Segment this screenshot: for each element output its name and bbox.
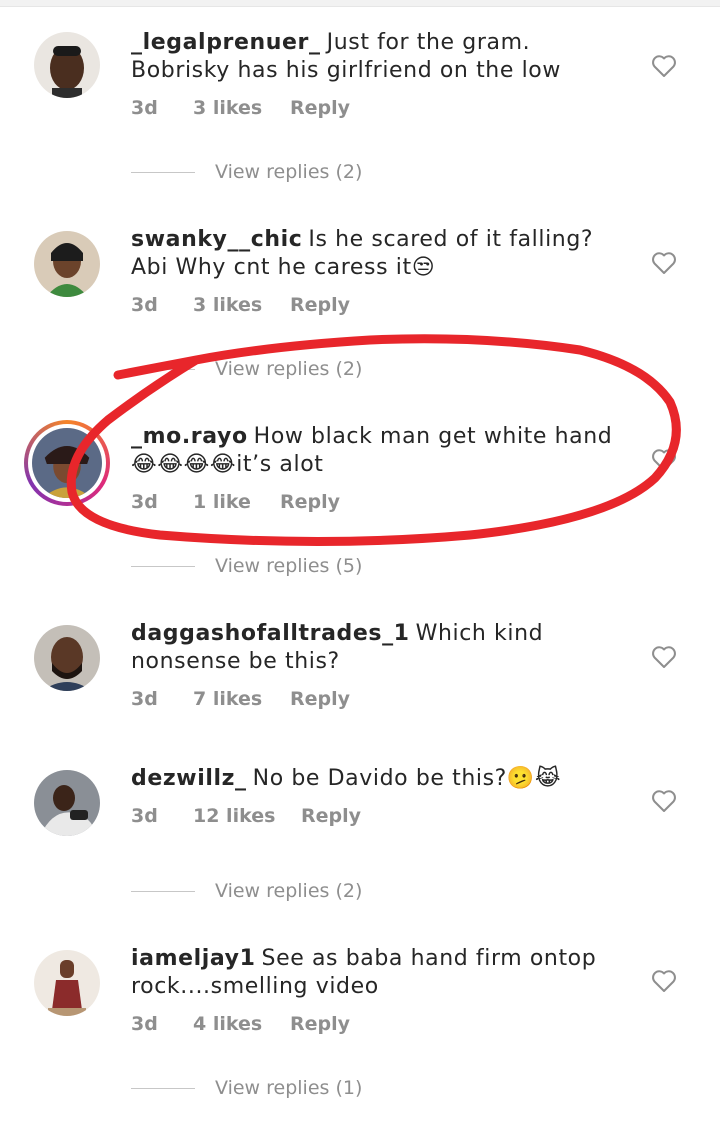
comment-text: daggashofalltrades_1 Which kind nonsense … <box>131 620 631 676</box>
reply-button[interactable]: Reply <box>280 491 340 513</box>
view-replies-button[interactable]: View replies (2) <box>131 880 362 902</box>
comment-username[interactable]: dezwillz_ <box>131 766 247 791</box>
avatar[interactable] <box>34 231 100 297</box>
view-replies-label[interactable]: View replies (2) <box>215 880 362 902</box>
avatar[interactable] <box>34 625 100 691</box>
comment-time: 3d <box>131 688 158 710</box>
reply-button[interactable]: Reply <box>290 97 350 119</box>
comment-likes[interactable]: 12 likes <box>193 805 301 827</box>
comment-meta: 3d 3 likes Reply <box>131 97 350 119</box>
comment-meta: 3d 7 likes Reply <box>131 688 350 710</box>
comment-meta: 3d 4 likes Reply <box>131 1013 350 1035</box>
view-replies-label[interactable]: View replies (1) <box>215 1077 362 1099</box>
view-replies-button[interactable]: View replies (5) <box>131 555 362 577</box>
avatar-ring-gap <box>28 424 106 502</box>
view-replies-label[interactable]: View replies (5) <box>215 555 362 577</box>
view-replies-button[interactable]: View replies (1) <box>131 1077 362 1099</box>
avatar[interactable] <box>34 32 100 98</box>
comment-likes[interactable]: 1 like <box>193 491 280 513</box>
avatar[interactable] <box>34 770 100 836</box>
view-replies-button[interactable]: View replies (2) <box>131 358 362 380</box>
comment-time: 3d <box>131 97 158 119</box>
avatar-story-ring[interactable] <box>24 420 110 506</box>
heart-outline-icon[interactable] <box>651 969 677 993</box>
reply-button[interactable]: Reply <box>290 688 350 710</box>
view-replies-label[interactable]: View replies (2) <box>215 161 362 183</box>
reply-button[interactable]: Reply <box>290 294 350 316</box>
heart-outline-icon[interactable] <box>651 448 677 472</box>
reply-button[interactable]: Reply <box>301 805 361 827</box>
comment-meta: 3d 12 likes Reply <box>131 805 361 827</box>
comment-username[interactable]: _mo.rayo <box>131 424 248 449</box>
comment-meta: 3d 3 likes Reply <box>131 294 350 316</box>
heart-outline-icon[interactable] <box>651 251 677 275</box>
comment-text: _legalprenuer_ Just for the gram. Bobrisk… <box>131 29 631 85</box>
view-replies-button[interactable]: View replies (2) <box>131 161 362 183</box>
replies-divider <box>131 1087 195 1089</box>
avatar <box>32 428 102 498</box>
comment-time: 3d <box>131 805 158 827</box>
comment-body: No be Davido be this?🫤😹 <box>252 766 562 791</box>
heart-outline-icon[interactable] <box>651 789 677 813</box>
comment-meta: 3d 1 like Reply <box>131 491 340 513</box>
avatar[interactable] <box>34 950 100 1016</box>
comment-likes[interactable]: 4 likes <box>193 1013 290 1035</box>
comment-likes[interactable]: 3 likes <box>193 97 290 119</box>
comment-text: dezwillz_ No be Davido be this?🫤😹 <box>131 765 631 793</box>
comment-username[interactable]: _legalprenuer_ <box>131 30 321 55</box>
heart-outline-icon[interactable] <box>651 645 677 669</box>
reply-button[interactable]: Reply <box>290 1013 350 1035</box>
replies-divider <box>131 368 195 370</box>
comment-text: _mo.rayo How black man get white hand😂😂😂😂… <box>131 423 631 479</box>
comment-likes[interactable]: 3 likes <box>193 294 290 316</box>
comment-text: iameljay1 See as baba hand firm ontop roc… <box>131 945 631 1001</box>
comment-username[interactable]: daggashofalltrades_1 <box>131 621 410 646</box>
comment-time: 3d <box>131 491 158 513</box>
comment-likes[interactable]: 7 likes <box>193 688 290 710</box>
replies-divider <box>131 565 195 567</box>
view-replies-label[interactable]: View replies (2) <box>215 358 362 380</box>
top-divider <box>0 0 720 7</box>
heart-outline-icon[interactable] <box>651 54 677 78</box>
comment-username[interactable]: iameljay1 <box>131 946 256 971</box>
comment-username[interactable]: swanky__chic <box>131 227 302 252</box>
replies-divider <box>131 890 195 892</box>
comment-text: swanky__chic Is he scared of it falling? … <box>131 226 631 282</box>
comment-time: 3d <box>131 294 158 316</box>
comment-time: 3d <box>131 1013 158 1035</box>
replies-divider <box>131 171 195 173</box>
